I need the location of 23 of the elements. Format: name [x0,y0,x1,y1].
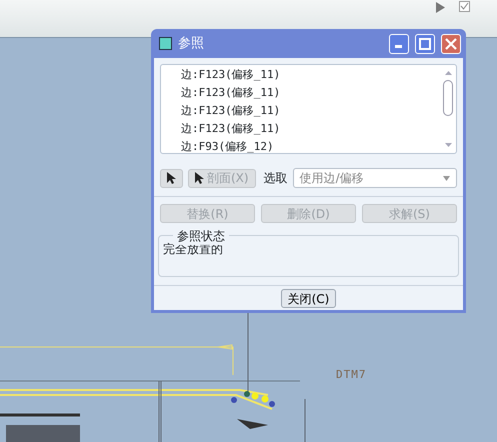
window-icon [159,37,172,50]
reference-item[interactable]: 边:F123(偏移_11) [181,84,440,102]
reference-item[interactable]: 边:F93(偏移_12) [181,138,440,156]
close-button[interactable] [441,34,461,54]
cursor-icon [195,172,204,184]
maximize-icon [419,38,431,50]
reference-item[interactable]: 边:F123(偏移_11) [181,66,440,84]
scroll-down-icon[interactable] [444,142,452,148]
maximize-button[interactable] [415,34,435,54]
group-title: 参照状态 [173,227,229,245]
caret-icon [443,176,450,180]
reference-item[interactable]: 边:F123(偏移_11) [181,102,440,120]
datum-label: DTM7 [336,367,366,383]
window-title: 参照 [178,34,205,53]
minimize-button[interactable] [389,34,409,54]
cursor-icon [167,172,176,184]
close-dialog-button[interactable]: 关闭(C) [280,288,336,308]
checkbox-icon[interactable] [459,1,470,12]
play-icon[interactable] [436,2,445,13]
close-icon [445,38,457,50]
reference-item[interactable]: 边:F123(偏移_11) [181,120,440,138]
select-label: 选取 [264,170,288,187]
scroll-up-icon[interactable] [444,70,452,76]
